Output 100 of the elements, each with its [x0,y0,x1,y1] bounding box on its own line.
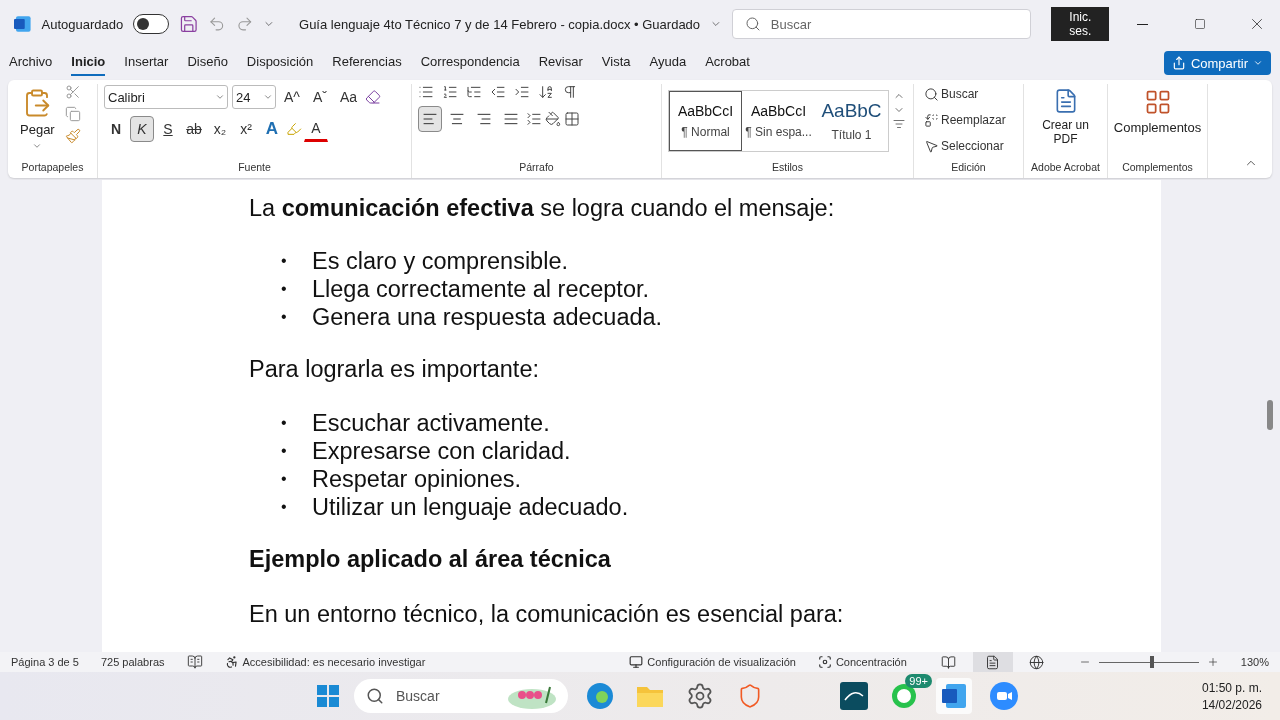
format-button[interactable]: x² [234,116,258,142]
view-icon [1029,654,1045,670]
shading-icon[interactable] [545,111,561,127]
addins-button[interactable]: Complementos [1107,84,1208,158]
word-count: 725 palabras [100,656,165,668]
format-button[interactable]: N [104,116,128,142]
edit-button[interactable]: Reemplazar [920,110,1010,130]
style-item[interactable]: AaBbCcI ¶ Normal [669,91,742,151]
align-icon [476,111,492,127]
proofing-icon[interactable] [186,654,203,670]
multilevel-list-icon[interactable] [466,84,482,100]
menu-tab[interactable]: Insertar [124,50,169,76]
autosave-toggle[interactable] [133,14,169,34]
restore-icon [1193,18,1206,30]
menu-tab[interactable]: Referencias [332,50,402,76]
bullet-item: Escuchar activamente. [312,408,550,437]
search-icon [744,16,761,32]
focus-button[interactable]: Concentración [817,655,907,669]
bullet: • [281,468,288,489]
more-styles-icon[interactable] [893,118,905,130]
save-icon[interactable] [178,14,199,34]
settings-icon[interactable] [686,682,714,710]
bullet-item: Es claro y comprensible. [312,247,568,276]
caret-icon[interactable] [263,92,273,102]
view-icon [985,654,1001,670]
menu-tab[interactable]: Disposición [246,50,314,76]
paintbrush-icon[interactable] [64,128,81,144]
indent-icon[interactable] [514,84,530,100]
monitor-icon [629,655,644,669]
streaming-app-icon[interactable] [840,682,868,710]
sort-icon[interactable] [538,84,554,100]
format-button[interactable]: S [156,116,180,142]
minimize-icon [1137,23,1149,25]
create-pdf-button[interactable]: Crear un PDF [1035,84,1096,158]
view-icon [941,654,957,670]
clock-date[interactable]: 14/02/2026 [1201,697,1262,712]
bullet-item: Respetar opiniones. [312,464,522,493]
bullet-item: Llega correctamente al receptor. [312,275,650,304]
change-case-button[interactable]: Aa [336,84,362,110]
start-icon[interactable] [316,684,340,708]
display-settings-button[interactable]: Configuración de visualización [629,655,796,669]
caret-icon[interactable] [215,92,225,102]
zoom-level[interactable]: 130% [1240,656,1269,668]
bullet: • [281,251,288,272]
taskbar-search-field[interactable]: Buscar [354,679,568,713]
bullet: • [281,440,288,461]
video-call-icon[interactable] [989,681,1019,711]
scissors-icon[interactable] [64,84,81,100]
autosave-label: Autoguardado [41,16,124,32]
menu-tab[interactable]: Ayuda [649,50,687,76]
menu-tab[interactable]: Diseño [187,50,228,76]
clock-time[interactable]: 01:50 p. m. [1201,680,1262,695]
borders-icon[interactable] [564,111,580,127]
page-count: Página 3 de 5 [11,656,79,668]
edit-button[interactable]: Seleccionar [920,136,1008,156]
outdent-icon[interactable] [490,84,506,100]
browser-icon[interactable] [586,682,614,710]
focus-icon [817,655,832,669]
view-button[interactable] [972,652,1013,672]
menu-tab[interactable]: Acrobat [705,50,750,76]
sign-in-button[interactable]: Inic. ses. [1051,7,1110,41]
font-name-field[interactable]: Calibri [104,85,228,109]
edit-button[interactable]: Buscar [920,84,983,104]
bullet: • [281,412,288,433]
bullet-list-icon[interactable] [418,84,434,100]
line-spacing-icon[interactable] [526,111,542,127]
document-app-icon[interactable] [940,682,968,710]
shrink-font-button[interactable]: Aˇ [308,84,332,110]
clear-format-icon[interactable] [365,89,382,105]
menu-tab[interactable]: Correspondencia [420,50,520,76]
align-button[interactable] [418,106,442,132]
bullet-item: Genera una respuesta adecuada. [312,303,663,332]
replace-icon [924,112,939,128]
caret-icon [1253,58,1263,68]
notification-badge: 99+ [905,674,932,688]
zoom-in-icon[interactable] [1206,656,1219,668]
paragraph: Para lograrla es importante: [249,355,540,385]
pilcrow-icon[interactable] [562,84,578,100]
text-effects-button[interactable]: A [260,116,284,142]
caret-icon[interactable] [32,141,43,151]
group-label: Estilos [771,160,804,175]
accessibility-status[interactable]: Accesibilidad: es necesario investigar [224,655,426,669]
format-button[interactable]: x₂ [208,116,232,142]
paste-button[interactable]: Pegar [14,84,61,158]
menu-tab[interactable]: Vista [601,50,631,76]
menu-tab[interactable]: Inicio [71,50,106,76]
menu-tab[interactable]: Revisar [538,50,583,76]
search-field[interactable]: Buscar [731,9,1032,39]
heading: Ejemplo aplicado al área técnica [249,544,612,574]
numbered-list-icon[interactable] [442,84,458,100]
bullet-item: Expresarse con claridad. [312,436,571,465]
font-color-button[interactable]: A [304,116,328,142]
grow-font-button[interactable]: A^ [280,84,304,110]
format-button[interactable]: K [130,116,154,142]
share-button[interactable]: Compartir [1163,51,1271,75]
format-button[interactable]: ab [182,116,206,142]
menu-tab[interactable]: Archivo [9,50,53,76]
font-size-field[interactable]: 24 [232,85,276,109]
app-logo-icon[interactable] [14,15,32,33]
share-icon [1171,56,1186,70]
